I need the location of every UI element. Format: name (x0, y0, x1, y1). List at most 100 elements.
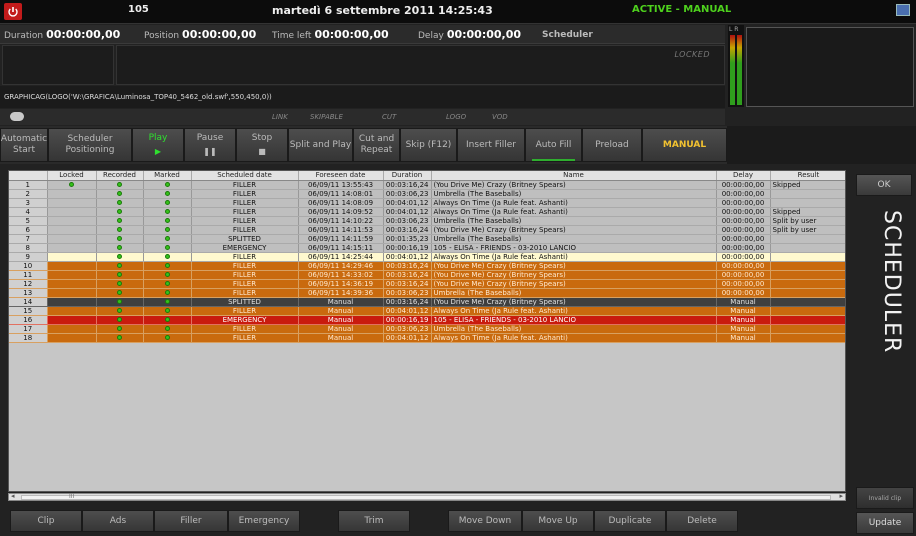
move-down-button[interactable]: Move Down (448, 510, 522, 532)
delete-button[interactable]: Delete (666, 510, 738, 532)
manual-button[interactable]: MANUAL (642, 128, 727, 162)
duration-cell: 00:03:16,24 (383, 225, 432, 235)
ads-button[interactable]: Ads (82, 510, 154, 532)
split-and-play-button[interactable]: Split and Play (288, 128, 353, 162)
power-button[interactable] (4, 3, 22, 20)
column-header[interactable]: Result (770, 171, 845, 181)
recorded-cell (96, 261, 144, 271)
recorded-cell (96, 180, 144, 190)
column-header[interactable]: Name (431, 171, 717, 181)
play-button[interactable]: Play ▶ (132, 128, 184, 162)
locked-cell (47, 198, 97, 208)
invalid-clip-button[interactable]: Invalid clip (856, 487, 914, 509)
status-dot-icon (164, 263, 170, 268)
insert-filler-label: Insert Filler (466, 139, 516, 150)
column-header[interactable]: Foreseen date (298, 171, 384, 181)
foreseen-date-cell: 06/09/11 14:29:46 (298, 261, 384, 271)
ok-button[interactable]: OK (856, 174, 912, 196)
delay-cell: Manual (716, 306, 771, 316)
marked-cell (143, 279, 192, 289)
scheduler-positioning-button[interactable]: Scheduler Positioning (48, 128, 132, 162)
duplicate-button[interactable]: Duplicate (594, 510, 666, 532)
name-cell: (You Drive Me) Crazy (Britney Spears) (431, 270, 717, 280)
status-dot-icon (164, 236, 170, 241)
preload-button[interactable]: Preload (582, 128, 642, 162)
foreseen-date-cell: 06/09/11 14:15:11 (298, 243, 384, 253)
clip-button[interactable]: Clip (10, 510, 82, 532)
locked-cell (47, 252, 97, 262)
row-index-cell: 7 (9, 234, 48, 244)
skip-button[interactable]: Skip (F12) (400, 128, 457, 162)
automatic-start-button[interactable]: Automatic Start (0, 128, 48, 162)
scheduled-date-cell: FILLER (191, 189, 299, 199)
table-row[interactable]: 9 FILLER 06/09/11 14:25:44 00:04:01,12 Alway… (9, 252, 845, 262)
table-row[interactable]: 1 FILLER 06/09/11 13:55:43 00:03:16,24 (You … (9, 180, 845, 190)
column-header[interactable]: Delay (716, 171, 771, 181)
emergency-button[interactable]: Emergency (228, 510, 300, 532)
table-row[interactable]: 6 FILLER 06/09/11 14:11:53 00:03:16,24 (You … (9, 225, 845, 235)
column-header[interactable]: Marked (143, 171, 192, 181)
cut-and-repeat-button[interactable]: Cut and Repeat (353, 128, 400, 162)
mode-status: ACTIVE - MANUAL (632, 4, 732, 15)
table-row[interactable]: 15 FILLER Manual 00:04:01,12 Always On Time … (9, 306, 845, 316)
column-header[interactable]: Locked (47, 171, 97, 181)
filler-button[interactable]: Filler (154, 510, 228, 532)
thumbnail-panel (2, 45, 114, 85)
locked-cell (47, 315, 97, 325)
table-row[interactable]: 12 FILLER 06/09/11 14:36:19 00:03:16,24 (You… (9, 279, 845, 289)
table-row[interactable]: 7 SPLITTED 06/09/11 14:11:59 00:01:35,23 Umb… (9, 234, 845, 244)
status-dot-icon (117, 200, 122, 205)
table-row[interactable]: 16 EMERGENCY Manual 00:00:16,19 105 - ELISA … (9, 315, 845, 325)
locked-cell (47, 207, 97, 217)
locked-cell (47, 288, 97, 298)
insert-filler-button[interactable]: Insert Filler (457, 128, 525, 162)
trim-button[interactable]: Trim (338, 510, 410, 532)
table-row[interactable]: 13 FILLER 06/09/11 14:39:36 00:03:06,23 Umbr… (9, 288, 845, 298)
table-row[interactable]: 2 FILLER 06/09/11 14:08:01 00:03:06,23 Umbre… (9, 189, 845, 199)
window-icon[interactable] (896, 4, 910, 16)
delay-cell: Manual (716, 324, 771, 334)
stop-button[interactable]: Stop ■ (236, 128, 288, 162)
name-cell: Umbrella (The Baseballs) (431, 288, 717, 298)
delay-cell: 00:00:00,00 (716, 234, 771, 244)
result-cell (770, 261, 845, 271)
marked-cell (143, 189, 192, 199)
column-header[interactable]: Duration (383, 171, 432, 181)
duration-cell: 00:03:06,23 (383, 324, 432, 334)
horizontal-scrollbar[interactable]: ◂ III ▸ (8, 492, 846, 501)
table-row[interactable]: 10 FILLER 06/09/11 14:29:46 00:03:16,24 (You… (9, 261, 845, 271)
table-row[interactable]: 17 FILLER Manual 00:03:06,23 Umbrella (The B… (9, 324, 845, 334)
locked-cell (47, 225, 97, 235)
status-dot-icon (117, 209, 122, 214)
clip-info-panel: LOCKED (116, 45, 725, 85)
result-cell: Skipped (770, 207, 845, 217)
update-button[interactable]: Update (856, 512, 914, 534)
table-row[interactable]: 4 FILLER 06/09/11 14:09:52 00:04:01,12 Alway… (9, 207, 845, 217)
scheduled-date-cell: FILLER (191, 333, 299, 343)
status-dot-icon (164, 308, 170, 313)
pause-button[interactable]: Pause ❚❚ (184, 128, 236, 162)
toolbar-right-panel (727, 126, 916, 164)
row-index-cell: 17 (9, 324, 48, 334)
scrollbar-thumb[interactable] (21, 495, 831, 500)
split-and-play-label: Split and Play (289, 139, 352, 150)
status-dot-icon (164, 200, 170, 205)
auto-fill-button[interactable]: Auto Fill (525, 128, 582, 162)
name-cell: (You Drive Me) Crazy (Britney Spears) (431, 279, 717, 289)
scroll-right-icon[interactable]: ▸ (839, 492, 843, 500)
table-row[interactable]: 11 FILLER 06/09/11 14:33:02 00:03:16,24 (You… (9, 270, 845, 280)
scroll-left-icon[interactable]: ◂ (11, 492, 15, 500)
table-row[interactable]: 3 FILLER 06/09/11 14:08:09 00:04:01,12 Alway… (9, 198, 845, 208)
move-up-button[interactable]: Move Up (522, 510, 594, 532)
table-body: 1 FILLER 06/09/11 13:55:43 00:03:16,24 (You … (9, 180, 845, 343)
table-row[interactable]: 14 SPLITTED Manual 00:03:16,24 (You Drive Me… (9, 297, 845, 307)
status-dot-icon (117, 299, 122, 304)
result-cell (770, 270, 845, 280)
table-row[interactable]: 18 FILLER Manual 00:04:01,12 Always On Time … (9, 333, 845, 343)
table-row[interactable]: 5 FILLER 06/09/11 14:10:22 00:03:06,23 Umbre… (9, 216, 845, 226)
column-header[interactable] (9, 171, 48, 181)
scheduled-date-cell: FILLER (191, 270, 299, 280)
table-row[interactable]: 8 EMERGENCY 06/09/11 14:15:11 00:00:16,19 10… (9, 243, 845, 253)
column-header[interactable]: Recorded (96, 171, 144, 181)
column-header[interactable]: Scheduled date (191, 171, 299, 181)
